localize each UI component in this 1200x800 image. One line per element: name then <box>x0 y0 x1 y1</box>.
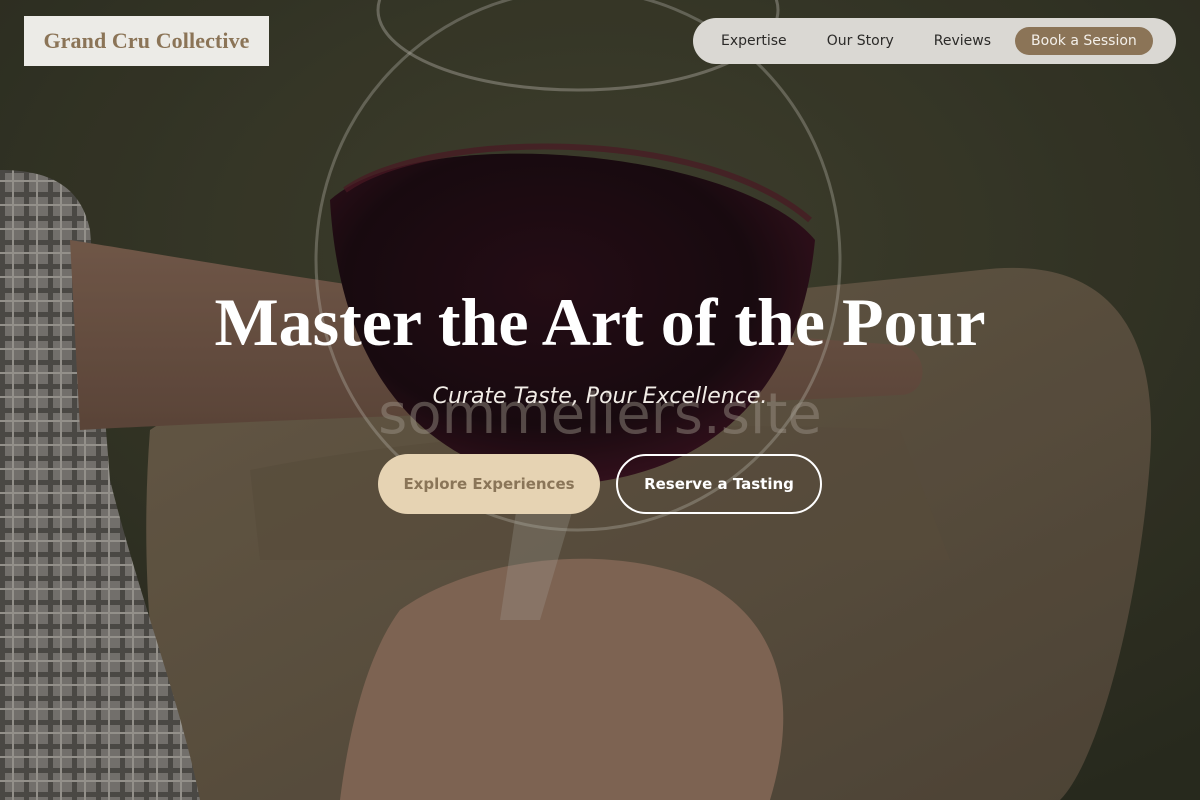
hero-subtitle: Curate Taste, Pour Excellence. <box>432 384 768 409</box>
nav-link-our-story[interactable]: Our Story <box>827 33 894 49</box>
reserve-tasting-button[interactable]: Reserve a Tasting <box>616 454 822 514</box>
hero-title: Master the Art of the Pour <box>214 284 986 360</box>
nav-link-expertise[interactable]: Expertise <box>721 33 787 49</box>
top-navigation: Expertise Our Story Reviews Book a Sessi… <box>693 18 1176 64</box>
brand-logo[interactable]: Grand Cru Collective <box>24 16 269 66</box>
brand-name: Grand Cru Collective <box>43 28 250 53</box>
explore-experiences-button[interactable]: Explore Experiences <box>378 454 600 514</box>
book-session-button[interactable]: Book a Session <box>1015 27 1153 55</box>
nav-link-reviews[interactable]: Reviews <box>934 33 991 49</box>
